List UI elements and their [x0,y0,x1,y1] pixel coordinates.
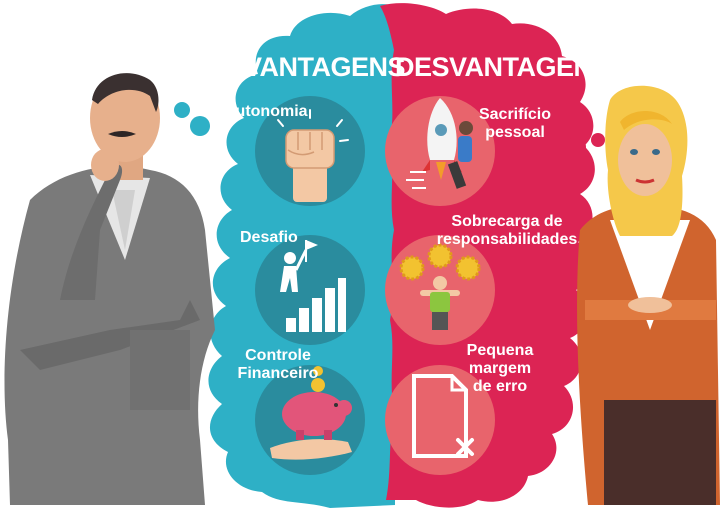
controle-financeiro-label-line1: Controle [245,347,311,364]
desafio-label: Desafio [240,229,298,246]
sobrecarga-label-line2: responsabilidades [436,231,578,248]
controle-financeiro-label-line2: Financeiro [237,365,319,382]
thought-bubble-dot [174,102,190,118]
desafio-circle [255,235,365,345]
sacrificio-pessoal-label: Sacrifício pessoal [472,106,558,142]
thought-bubble-dot [190,116,210,136]
thought-bubble-dot [591,133,605,147]
pequena-margem-label: Pequena margem de erro [462,342,538,396]
thought-bubble-dot [566,137,586,157]
sobrecarga-label: Sobrecarga de responsabilidades [432,213,582,249]
pequena-label-line1: Pequena [466,342,534,359]
infographic: VANTAGENS DESVANTAGENS Autonomia Desafio… [0,0,720,510]
advantages-header: VANTAGENS [244,52,406,82]
disadvantages-header: DESVANTAGENS [395,52,611,82]
autonomia-label: Autonomia [224,103,308,120]
controle-financeiro-label: Controle Financeiro [236,347,320,383]
sacrificio-label-line2: pessoal [485,124,545,141]
pequena-label-line2: margem [468,360,532,377]
doubtful-woman-illustration [577,85,720,505]
sacrificio-label-line1: Sacrifício [478,106,552,123]
thinking-man-illustration [4,73,216,505]
pequena-label-line3: de erro [472,378,528,395]
sobrecarga-label-line1: Sobrecarga de [451,213,563,230]
